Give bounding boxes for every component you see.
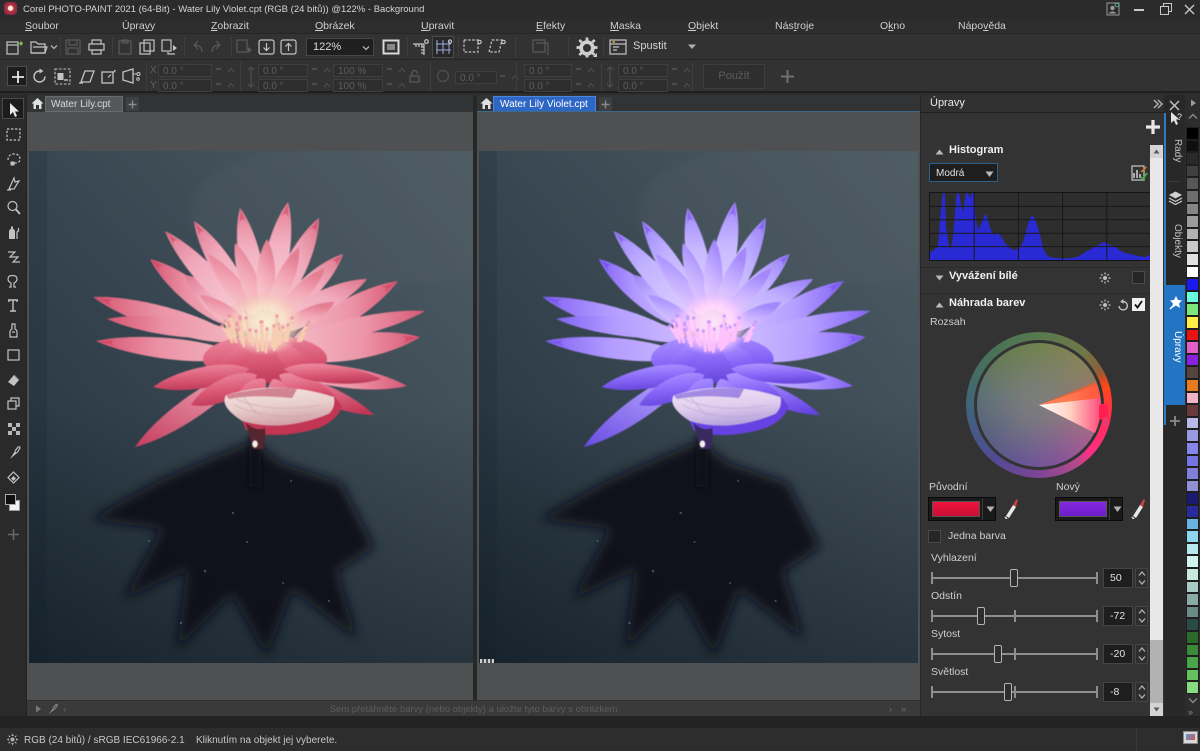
svg-text:?: ?	[1177, 112, 1182, 122]
